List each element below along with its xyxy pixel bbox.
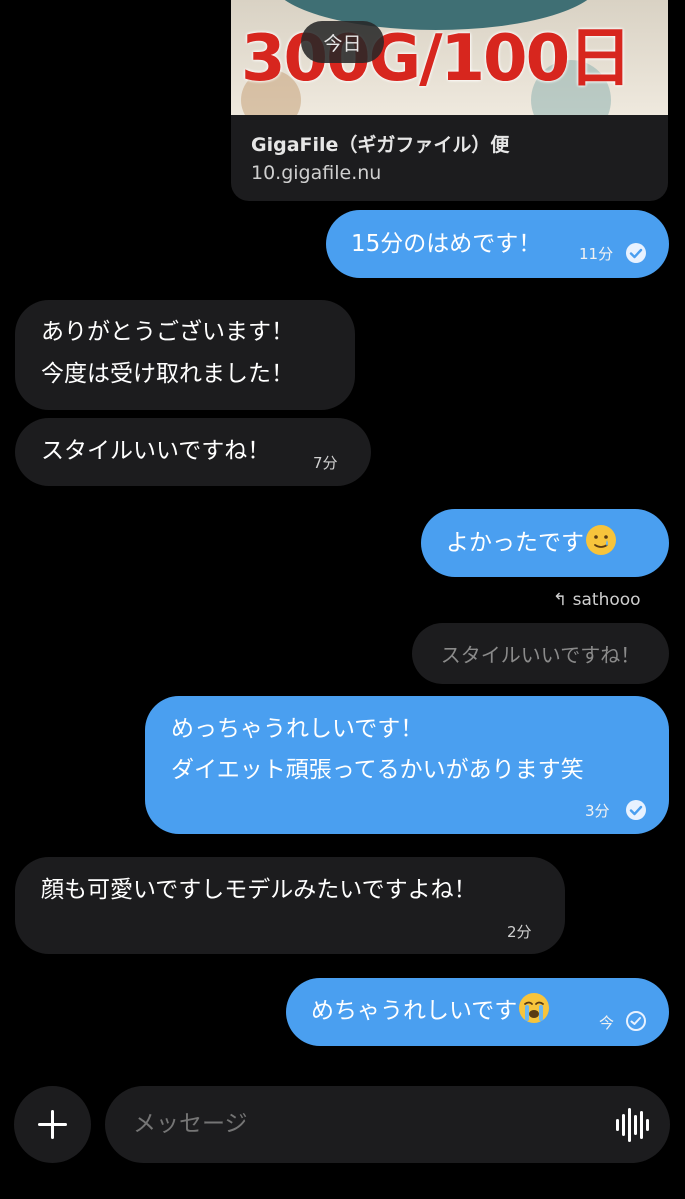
loudly-crying-emoji-icon — [519, 993, 550, 1023]
waveform-icon[interactable] — [615, 1108, 649, 1142]
link-preview-title: GigaFile（ギガファイル）便 — [251, 134, 510, 156]
message-bubble-outgoing[interactable]: めっちゃうれしいです！ ダイエット頑張ってるかいがあります笑 3分 — [145, 696, 669, 834]
message-bubble-outgoing[interactable]: 15分のはめです！ 11分 — [326, 210, 669, 278]
message-bubble-outgoing[interactable]: めちゃうれしいです 今 — [286, 978, 669, 1046]
message-text-line-1: めっちゃうれしいです！ — [171, 716, 424, 742]
message-input[interactable] — [133, 1086, 573, 1163]
message-text: めちゃうれしいです — [311, 991, 550, 1031]
reply-arrow-icon: ↰ — [553, 590, 568, 610]
message-bubble-incoming[interactable]: ありがとうございます！ 今度は受け取れました！ — [15, 300, 355, 410]
read-check-icon — [626, 800, 646, 820]
message-text-content: よかったです — [446, 530, 584, 556]
message-bubble-outgoing[interactable]: よかったです — [421, 509, 669, 577]
read-check-icon — [626, 243, 646, 263]
sent-check-icon — [626, 1011, 646, 1031]
message-text-line-2: 今度は受け取れました！ — [41, 361, 294, 387]
link-preview-image: 300G/100日 — [231, 0, 668, 115]
quoted-message[interactable]: スタイルいいですね！ — [412, 623, 669, 684]
message-text-line-2: ダイエット頑張ってるかいがあります笑 — [171, 757, 584, 783]
link-preview-card[interactable]: 300G/100日 GigaFile（ギガファイル）便 10.gigafile.… — [231, 0, 668, 201]
message-time: 2分 — [507, 923, 532, 941]
reply-indicator: ↰ sathooo — [553, 590, 641, 610]
message-text: よかったです — [446, 523, 616, 563]
message-text: 顔も可愛いですしモデルみたいですよね！ — [41, 877, 477, 903]
message-time: 今 — [599, 1014, 615, 1032]
link-preview-image-text: 300G/100日 — [241, 22, 632, 96]
message-bubble-incoming[interactable]: 顔も可愛いですしモデルみたいですよね！ 2分 — [15, 857, 565, 954]
message-time: 11分 — [579, 245, 614, 263]
add-attachment-button[interactable] — [14, 1086, 91, 1163]
message-composer — [105, 1086, 670, 1163]
reply-username: sathooo — [572, 590, 641, 610]
message-time: 3分 — [585, 802, 610, 820]
message-text-content: めちゃうれしいです — [311, 998, 518, 1024]
smiling-tear-emoji-icon — [586, 525, 616, 555]
message-text: スタイルいいですね！ — [41, 438, 271, 464]
link-preview-url[interactable]: 10.gigafile.nu — [251, 162, 381, 184]
message-time: 7分 — [313, 454, 338, 472]
date-separator: 今日 — [301, 21, 384, 63]
message-text: 15分のはめです！ — [351, 231, 542, 257]
message-bubble-incoming[interactable]: スタイルいいですね！ 7分 — [15, 418, 371, 486]
message-text-line-1: ありがとうございます！ — [41, 319, 294, 345]
